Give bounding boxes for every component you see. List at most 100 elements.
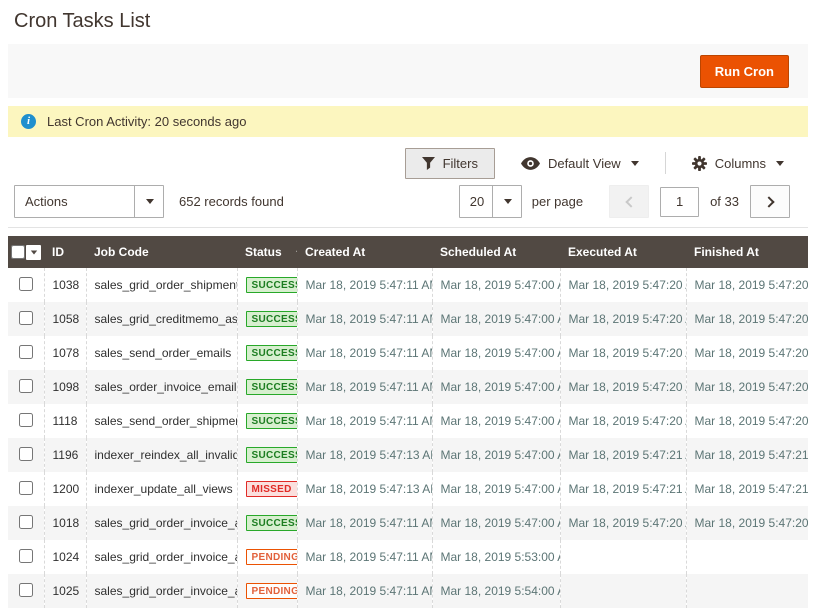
last-cron-activity-notice: Last Cron Activity: 20 seconds ago [8, 106, 808, 137]
table-row[interactable]: 1118sales_send_order_shipmentSUCCESSMar … [8, 404, 808, 438]
cell-scheduled-at: Mar 18, 2019 5:54:00 AM [432, 574, 560, 608]
cell-created-at: Mar 18, 2019 5:47:11 AM [297, 336, 432, 370]
notice-text: Last Cron Activity: 20 seconds ago [47, 114, 246, 129]
vertical-divider [665, 152, 666, 174]
table-row[interactable]: 1078sales_send_order_emailsSUCCESSMar 18… [8, 336, 808, 370]
chevron-down-icon [30, 250, 36, 254]
select-all-dropdown[interactable] [26, 245, 41, 260]
cell-created-at: Mar 18, 2019 5:47:11 AM [297, 302, 432, 336]
cell-status: MISSED [237, 472, 297, 506]
pagination-prev-button[interactable] [609, 185, 649, 218]
cell-created-at: Mar 18, 2019 5:47:11 AM [297, 370, 432, 404]
per-page-dropdown[interactable]: 20 [459, 185, 522, 218]
gear-icon [692, 156, 707, 171]
table-row[interactable]: 1098sales_order_invoice_emailsSUCCESSMar… [8, 370, 808, 404]
column-header-scheduled-at[interactable]: Scheduled At [432, 236, 560, 268]
row-checkbox[interactable] [19, 549, 33, 563]
sort-asc-icon: ↑ [295, 247, 297, 259]
dropdown-arrow-icon [134, 186, 163, 217]
cell-executed-at: Mar 18, 2019 5:47:20 AM [560, 404, 686, 438]
cell-created-at: Mar 18, 2019 5:47:13 AM [297, 472, 432, 506]
cell-executed-at: Mar 18, 2019 5:47:20 AM [560, 302, 686, 336]
cell-id: 1200 [44, 472, 86, 506]
cell-id: 1024 [44, 540, 86, 574]
cell-created-at: Mar 18, 2019 5:47:11 AM [297, 404, 432, 438]
cell-finished-at: Mar 18, 2019 5:47:20 AM [686, 268, 808, 302]
cell-finished-at [686, 574, 808, 608]
cell-job-code: sales_send_order_shipment [86, 404, 237, 438]
select-all-checkbox[interactable] [11, 245, 25, 259]
column-header-status[interactable]: Status↑ [237, 236, 297, 268]
info-icon [21, 114, 36, 129]
cell-status: SUCCESS [237, 336, 297, 370]
row-checkbox[interactable] [19, 515, 33, 529]
total-pages-label: of 33 [710, 194, 739, 209]
cell-id: 1098 [44, 370, 86, 404]
row-checkbox[interactable] [19, 345, 33, 359]
table-row[interactable]: 1025sales_grid_order_invoice_asyncPENDIN… [8, 574, 808, 608]
cell-status: SUCCESS [237, 370, 297, 404]
pagination: of 33 [609, 185, 790, 218]
table-header-row: IDJob CodeStatus↑Created AtScheduled AtE… [8, 236, 808, 268]
row-checkbox[interactable] [19, 481, 33, 495]
status-badge: SUCCESS [246, 447, 298, 463]
cell-id: 1196 [44, 438, 86, 472]
cell-job-code: sales_grid_order_invoice_async [86, 540, 237, 574]
status-badge: SUCCESS [246, 413, 298, 429]
cell-job-code: indexer_reindex_all_invalid [86, 438, 237, 472]
pagination-next-button[interactable] [750, 185, 790, 218]
row-checkbox-cell [8, 370, 44, 404]
cell-status: SUCCESS [237, 302, 297, 336]
actions-dropdown-value: Actions [15, 186, 134, 217]
row-checkbox[interactable] [19, 583, 33, 597]
column-header-executed-at[interactable]: Executed At [560, 236, 686, 268]
table-row[interactable]: 1200indexer_update_all_viewsMISSEDMar 18… [8, 472, 808, 506]
columns-button[interactable]: Columns [686, 155, 790, 172]
row-checkbox-cell [8, 302, 44, 336]
column-header-id[interactable]: ID [44, 236, 86, 268]
records-found-text: 652 records found [179, 194, 284, 209]
filters-label: Filters [443, 156, 478, 171]
cell-status: SUCCESS [237, 438, 297, 472]
status-badge: SUCCESS [246, 311, 298, 327]
cell-scheduled-at: Mar 18, 2019 5:47:00 AM [432, 404, 560, 438]
row-checkbox[interactable] [19, 413, 33, 427]
cell-job-code: sales_grid_order_shipment [86, 268, 237, 302]
table-body: 1038sales_grid_order_shipmentSUCCESSMar … [8, 268, 808, 608]
cell-finished-at [686, 540, 808, 574]
cell-executed-at: Mar 18, 2019 5:47:20 AM [560, 336, 686, 370]
cell-finished-at: Mar 18, 2019 5:47:20 AM [686, 370, 808, 404]
row-checkbox[interactable] [19, 277, 33, 291]
cell-scheduled-at: Mar 18, 2019 5:47:00 AM [432, 370, 560, 404]
cell-scheduled-at: Mar 18, 2019 5:47:00 AM [432, 268, 560, 302]
select-all-header [8, 236, 44, 268]
filters-button[interactable]: Filters [405, 148, 495, 179]
current-page-input[interactable] [660, 187, 699, 217]
column-header-job-code[interactable]: Job Code [86, 236, 237, 268]
cell-id: 1118 [44, 404, 86, 438]
table-row[interactable]: 1196indexer_reindex_all_invalidSUCCESSMa… [8, 438, 808, 472]
cell-status: SUCCESS [237, 404, 297, 438]
row-checkbox-cell [8, 336, 44, 370]
cell-created-at: Mar 18, 2019 5:47:13 AM [297, 438, 432, 472]
cell-job-code: sales_grid_order_invoice_async [86, 574, 237, 608]
table-row[interactable]: 1018sales_grid_order_invoice_asyncSUCCES… [8, 506, 808, 540]
cell-scheduled-at: Mar 18, 2019 5:47:00 AM [432, 438, 560, 472]
grid-controls: Filters Default View [8, 147, 808, 179]
column-header-created-at[interactable]: Created At [297, 236, 432, 268]
column-header-finished-at[interactable]: Finished At [686, 236, 808, 268]
row-checkbox[interactable] [19, 311, 33, 325]
row-checkbox[interactable] [19, 379, 33, 393]
chevron-right-icon [763, 196, 774, 207]
cell-status: SUCCESS [237, 268, 297, 302]
cron-tasks-table: IDJob CodeStatus↑Created AtScheduled AtE… [8, 236, 808, 608]
table-row[interactable]: 1058sales_grid_creditmemo_asyncSUCCESSMa… [8, 302, 808, 336]
table-row[interactable]: 1038sales_grid_order_shipmentSUCCESSMar … [8, 268, 808, 302]
actions-dropdown[interactable]: Actions [14, 185, 164, 218]
default-view-button[interactable]: Default View [515, 155, 645, 172]
run-cron-button[interactable]: Run Cron [700, 55, 789, 88]
row-checkbox[interactable] [19, 447, 33, 461]
table-row[interactable]: 1024sales_grid_order_invoice_asyncPENDIN… [8, 540, 808, 574]
cell-created-at: Mar 18, 2019 5:47:11 AM [297, 506, 432, 540]
cell-finished-at: Mar 18, 2019 5:47:21 AM [686, 472, 808, 506]
